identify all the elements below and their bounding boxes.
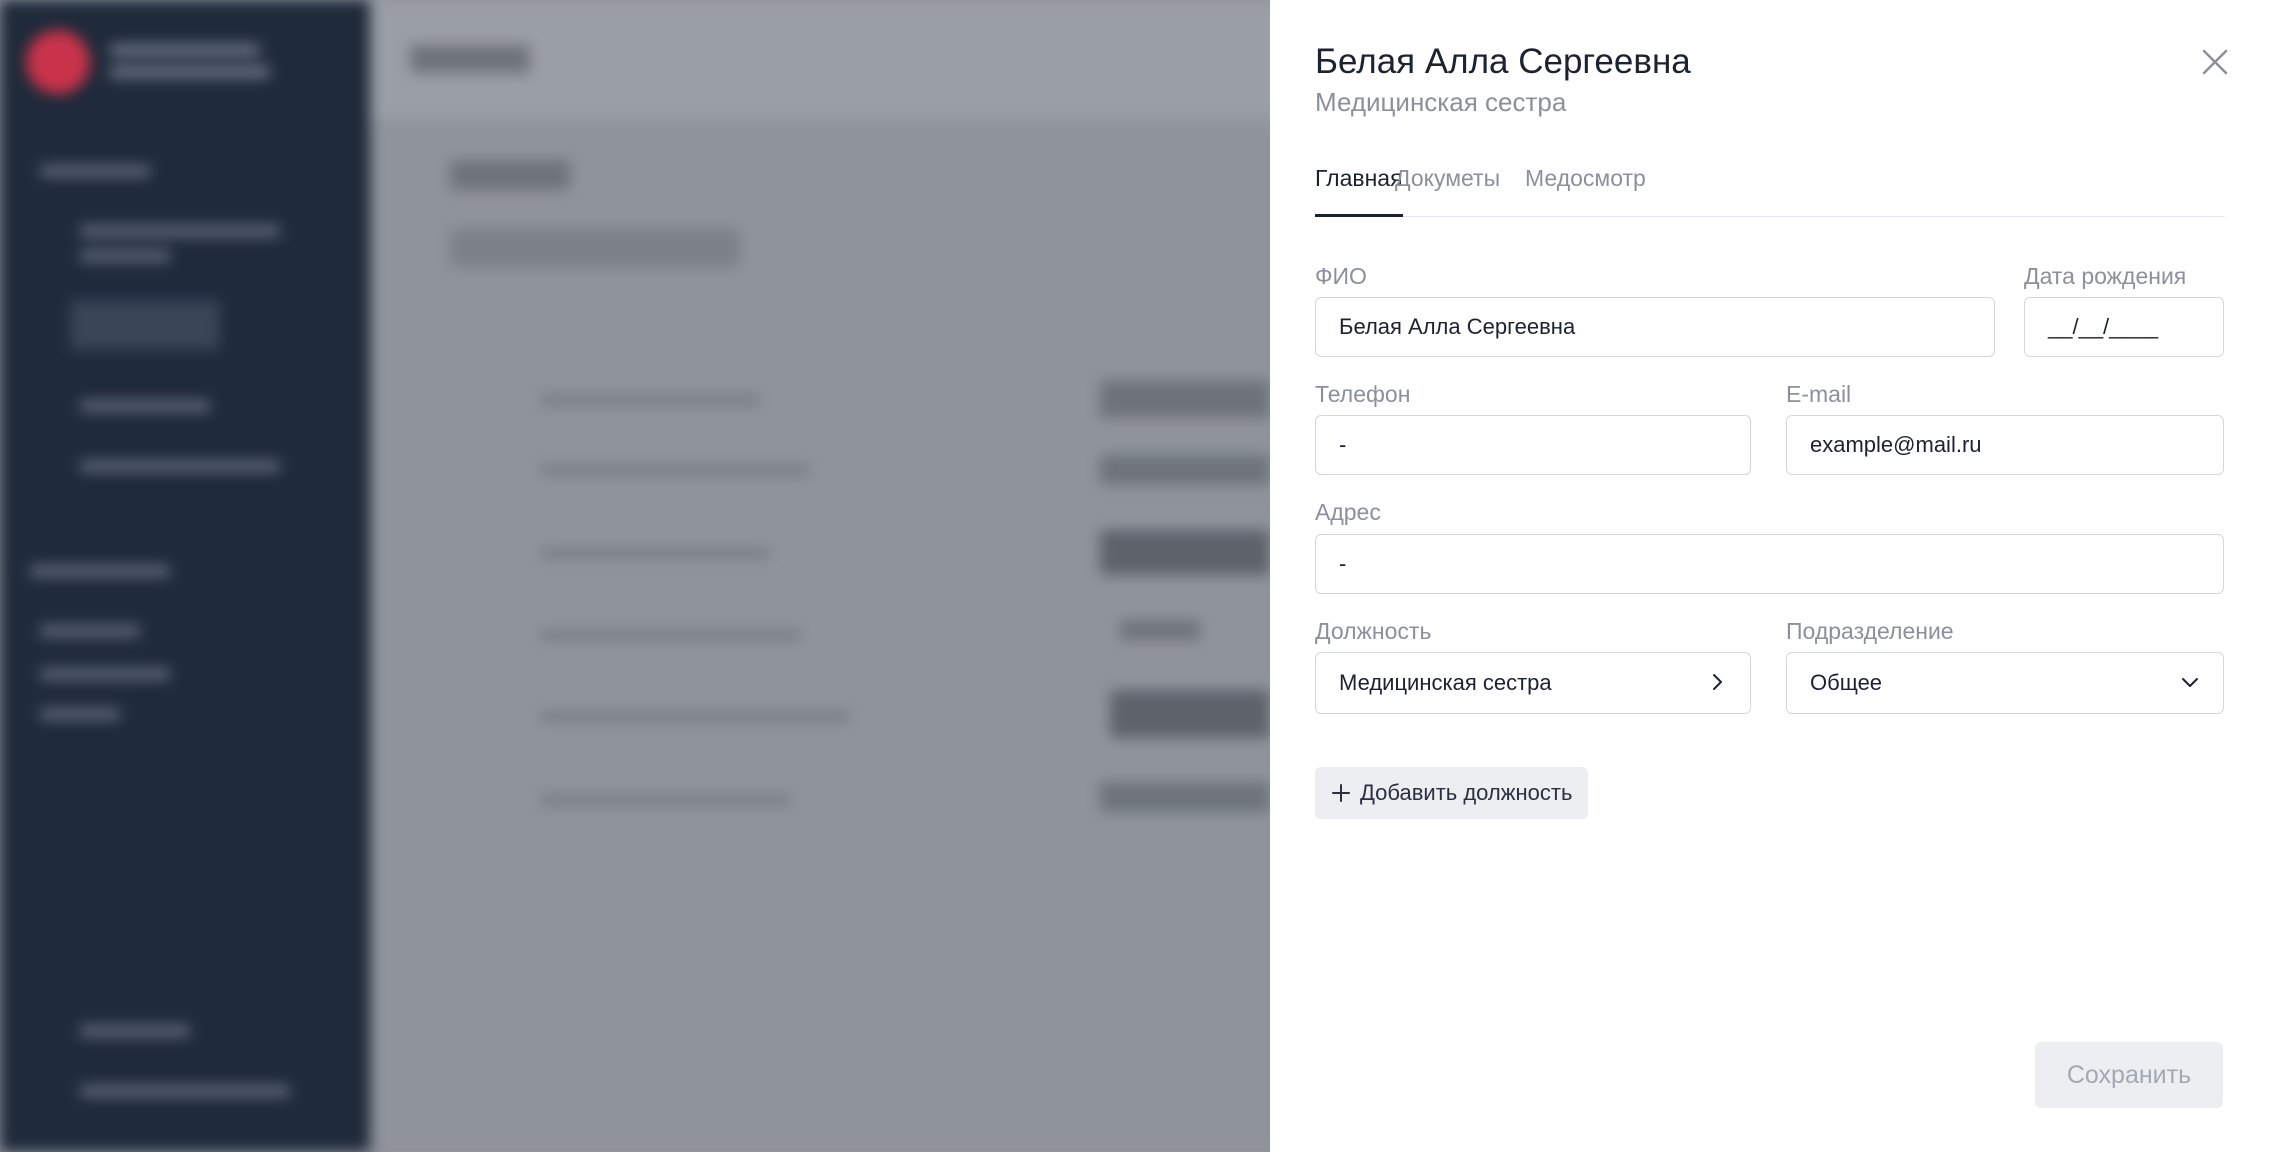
department-select[interactable]: Общее [1786, 652, 2224, 714]
sidebar-item [40, 625, 140, 637]
phone-value: - [1339, 432, 1347, 457]
email-input[interactable]: example@mail.ru [1786, 415, 2224, 475]
birthdate-label: Дата рождения [2024, 263, 2187, 289]
save-button-label: Сохранить [2066, 1060, 2192, 1089]
brand-logo-text [110, 44, 260, 56]
background-cell [1100, 380, 1270, 418]
background-cell [1100, 455, 1270, 485]
sidebar-item [80, 1085, 290, 1097]
sidebar-item-active [70, 300, 220, 350]
drawer-subtitle: Медицинская сестра [1315, 87, 1567, 117]
tab-medical-exam[interactable]: Медосмотр [1525, 165, 1646, 217]
department-value: Общее [1810, 670, 1883, 695]
birthdate-input[interactable]: __/__/____ [2024, 297, 2224, 357]
background-cell [1110, 690, 1270, 738]
address-input[interactable]: - [1315, 534, 2224, 594]
background-row [540, 395, 760, 405]
tab-documents[interactable]: Докуметы [1395, 165, 1500, 217]
background-heading [450, 160, 570, 190]
position-label: Должность [1315, 618, 1432, 644]
close-button[interactable] [2195, 42, 2235, 82]
phone-label: Телефон [1315, 381, 1411, 407]
background-cell [1100, 530, 1270, 575]
drawer-title: Белая Алла Сергеевна [1315, 42, 1691, 81]
background-row [540, 630, 800, 640]
tab-main[interactable]: Главная [1315, 165, 1403, 217]
brand-logo [26, 30, 90, 94]
background-sidebar [0, 0, 370, 1152]
save-button[interactable]: Сохранить [2035, 1042, 2223, 1108]
background-cell [1100, 782, 1270, 812]
fio-value: Белая Алла Сергеевна [1339, 314, 1576, 339]
brand-logo-text [110, 66, 270, 78]
sidebar-item [40, 708, 120, 720]
background-cell [1120, 620, 1200, 640]
tab-bar: Главная Докуметы Медосмотр [1315, 155, 2225, 217]
plus-icon [1332, 784, 1350, 802]
fio-input[interactable]: Белая Алла Сергеевна [1315, 297, 1995, 357]
address-label: Адрес [1315, 499, 1381, 525]
fio-label: ФИО [1315, 263, 1367, 289]
position-value: Медицинская сестра [1339, 670, 1552, 695]
address-value: - [1339, 551, 1347, 576]
position-select[interactable]: Медицинская сестра [1315, 652, 1751, 714]
background-row [540, 548, 770, 558]
sidebar-item [80, 250, 170, 262]
chevron-right-icon [1713, 674, 1722, 690]
background-page-title [410, 45, 530, 73]
email-label: E-mail [1786, 381, 1852, 407]
sidebar-item [80, 460, 280, 472]
add-position-label: Добавить должность [1360, 780, 1573, 805]
department-label: Подразделение [1786, 618, 1954, 644]
sidebar-item [80, 225, 280, 237]
sidebar-item [40, 668, 170, 680]
background-filter [450, 228, 740, 268]
close-icon [2202, 49, 2228, 75]
background-row [540, 465, 810, 475]
background-row [540, 712, 850, 722]
add-position-button[interactable]: Добавить должность [1315, 767, 1588, 819]
phone-input[interactable]: - [1315, 415, 1751, 475]
email-value: example@mail.ru [1810, 432, 1982, 457]
employee-drawer: Белая Алла Сергеевна Медицинская сестра … [1270, 0, 2288, 1152]
sidebar-item [80, 400, 210, 412]
background-row [540, 795, 790, 805]
birthdate-value: __/__/____ [2048, 314, 2159, 339]
sidebar-item [80, 1025, 190, 1037]
sidebar-section [30, 565, 170, 577]
sidebar-item [40, 165, 150, 177]
chevron-down-icon [2182, 678, 2198, 687]
